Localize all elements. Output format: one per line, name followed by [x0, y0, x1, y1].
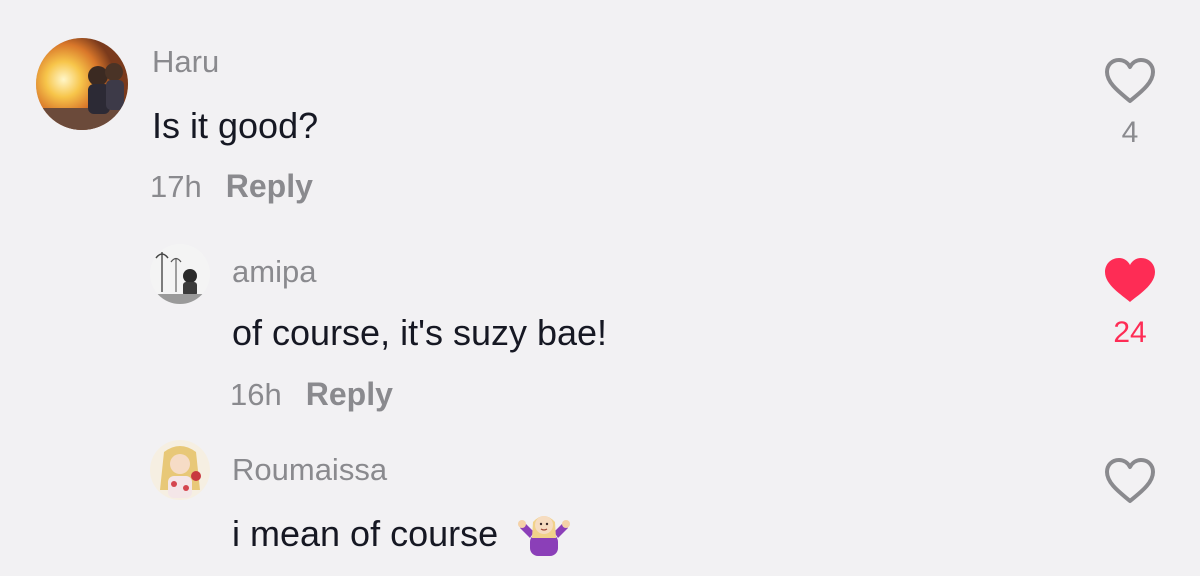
avatar[interactable] [150, 244, 210, 304]
like-button[interactable]: 24 [1100, 256, 1160, 350]
comment-username[interactable]: amipa [232, 254, 316, 290]
heart-outline-icon [1105, 458, 1155, 503]
avatar[interactable] [36, 38, 128, 130]
heart-outline-icon [1105, 58, 1155, 103]
like-button[interactable]: 4 [1100, 56, 1160, 150]
heart-filled-icon [1105, 258, 1155, 302]
comment-meta: 17h Reply [150, 168, 313, 205]
comment-timestamp: 16h [230, 377, 282, 412]
reply-button[interactable]: Reply [306, 376, 393, 413]
avatar-photo-icon [36, 38, 128, 130]
comment-username[interactable]: Roumaissa [232, 452, 387, 488]
comment-haru: Haru Is it good? 17h Reply 4 [0, 0, 1200, 220]
avatar-illustration-icon [150, 440, 210, 500]
avatar[interactable] [150, 440, 210, 500]
comment-amipa: amipa of course, it's suzy bae! 16h Repl… [0, 220, 1200, 430]
reply-button[interactable]: Reply [226, 168, 313, 205]
avatar-photo-icon [150, 244, 210, 304]
comment-username[interactable]: Haru [152, 44, 219, 80]
comment-meta: 16h Reply [230, 376, 393, 413]
like-count: 4 [1121, 116, 1139, 149]
comment-text-content: i mean of course [232, 513, 499, 555]
comment-text: i mean of course [232, 508, 572, 565]
comment-text: of course, it's suzy bae! [232, 312, 608, 353]
like-button[interactable] [1100, 456, 1160, 506]
comment-list: Haru Is it good? 17h Reply 4 amipa of co… [0, 0, 1200, 576]
like-count: 24 [1113, 316, 1147, 349]
comment-text: Is it good? [152, 105, 319, 146]
comment-roumaissa: Roumaissa i mean of course [0, 430, 1200, 576]
shrugging-woman-emoji-icon [516, 508, 572, 565]
comment-timestamp: 17h [150, 169, 202, 204]
